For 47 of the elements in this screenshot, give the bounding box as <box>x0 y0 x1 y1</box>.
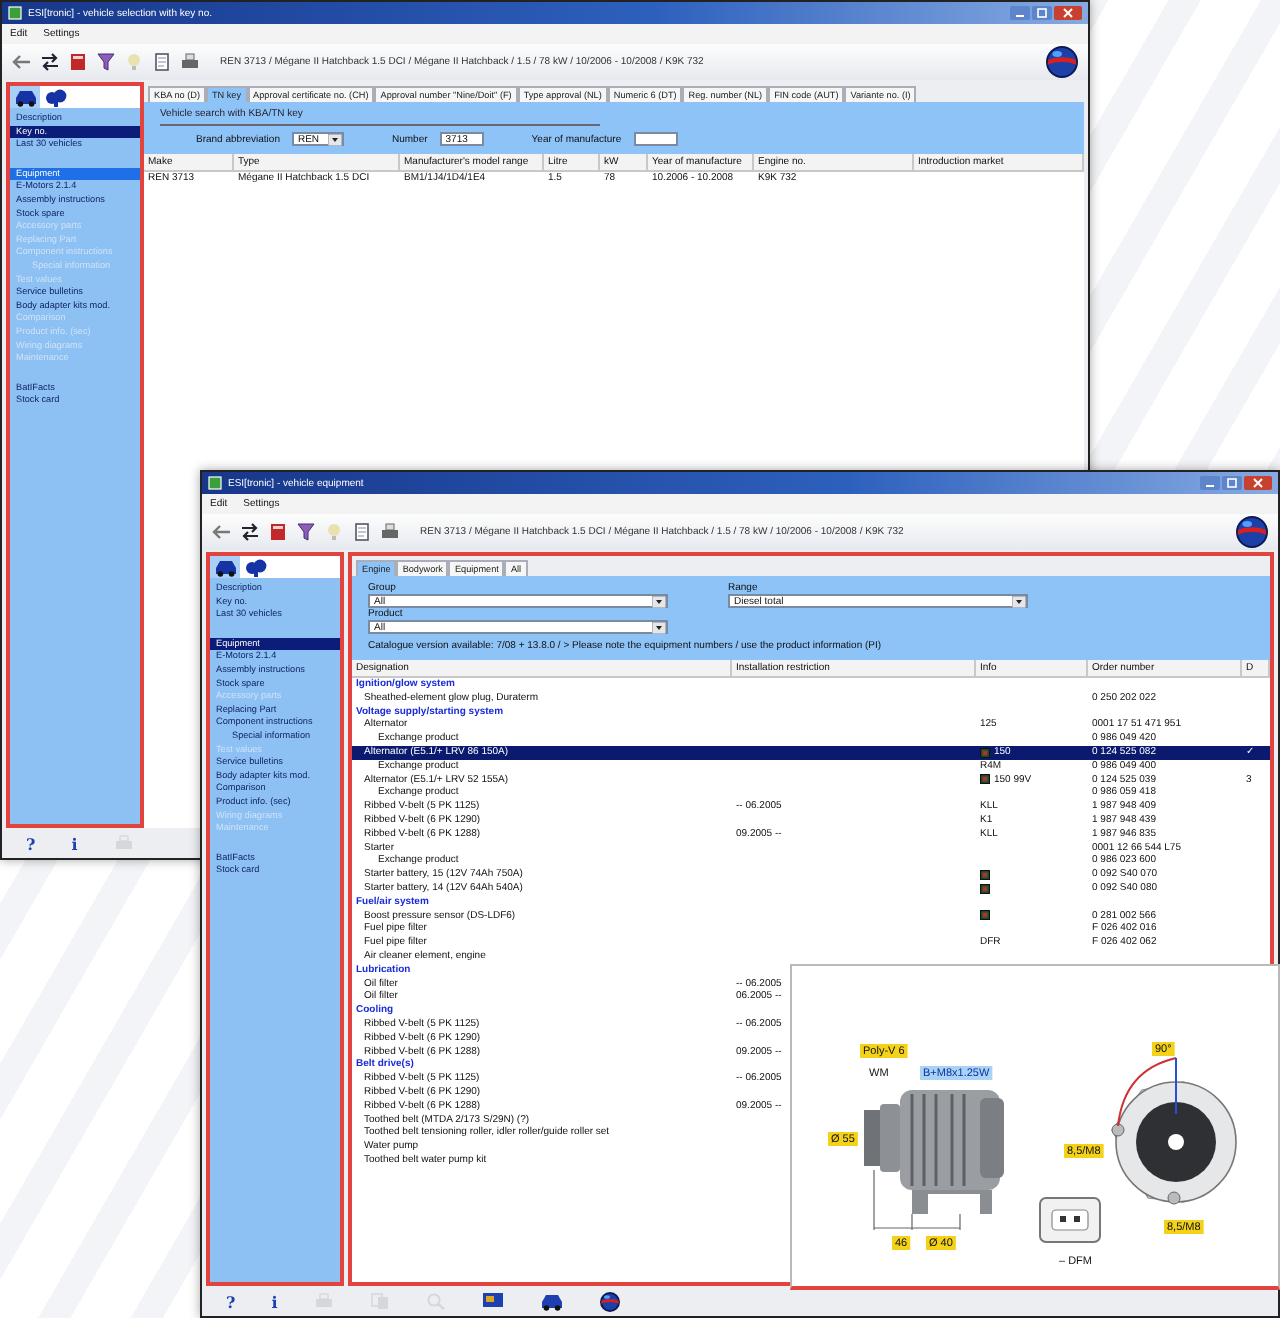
close-button[interactable] <box>1244 476 1272 490</box>
sidebar-tab[interactable] <box>240 556 270 578</box>
dropdown-arrow-icon <box>652 621 666 633</box>
dropdown-arrow-icon <box>1012 595 1026 607</box>
maximize-button[interactable] <box>1222 476 1242 490</box>
arrow-left-icon[interactable] <box>12 52 32 72</box>
globe-icon[interactable] <box>599 1291 620 1311</box>
car-icon <box>213 557 237 577</box>
arrows-icon[interactable] <box>40 52 60 72</box>
globe-logo <box>1046 46 1078 78</box>
maximize-button[interactable] <box>1032 6 1052 20</box>
sidebar-tab[interactable] <box>210 556 240 578</box>
help-button[interactable]: ? <box>26 833 36 853</box>
printer-icon[interactable] <box>380 522 400 542</box>
alternator-drawing <box>864 1090 1004 1214</box>
info-button[interactable]: i <box>71 833 78 853</box>
funnel-icon[interactable] <box>96 52 116 72</box>
book-icon[interactable] <box>68 52 88 72</box>
info-button[interactable]: i <box>271 1291 278 1311</box>
printer-icon[interactable] <box>180 52 200 72</box>
help-button[interactable]: ? <box>226 1291 236 1311</box>
arrow-left-icon[interactable] <box>212 522 232 542</box>
globe-logo <box>1236 516 1268 548</box>
dropdown-arrow-icon <box>652 595 666 607</box>
car-icon[interactable] <box>539 1291 564 1311</box>
monitor-icon[interactable] <box>481 1292 504 1310</box>
funnel-icon[interactable] <box>296 522 316 542</box>
app-icon <box>208 476 222 490</box>
document-icon[interactable] <box>980 883 990 894</box>
sidebar-tab[interactable] <box>10 86 40 108</box>
alternator-rear-drawing <box>1111 1081 1237 1205</box>
book-icon[interactable] <box>268 522 288 542</box>
document-icon[interactable] <box>980 870 990 881</box>
close-button[interactable] <box>1054 6 1082 20</box>
arrows-icon[interactable] <box>240 522 260 542</box>
document-icon[interactable] <box>980 910 990 921</box>
minimize-button[interactable] <box>1200 476 1220 490</box>
document-icon[interactable] <box>980 774 990 785</box>
car-icon <box>13 87 37 107</box>
dropdown-arrow-icon <box>327 133 342 145</box>
input-field[interactable] <box>633 132 678 146</box>
sidebar-tab[interactable] <box>40 86 70 108</box>
app-icon <box>8 6 22 20</box>
dimension-lines-drawing <box>873 1169 961 1231</box>
angle-arc-drawing <box>1117 1057 1177 1127</box>
connector-drawing <box>1039 1197 1101 1243</box>
minimize-button[interactable] <box>1010 6 1030 20</box>
